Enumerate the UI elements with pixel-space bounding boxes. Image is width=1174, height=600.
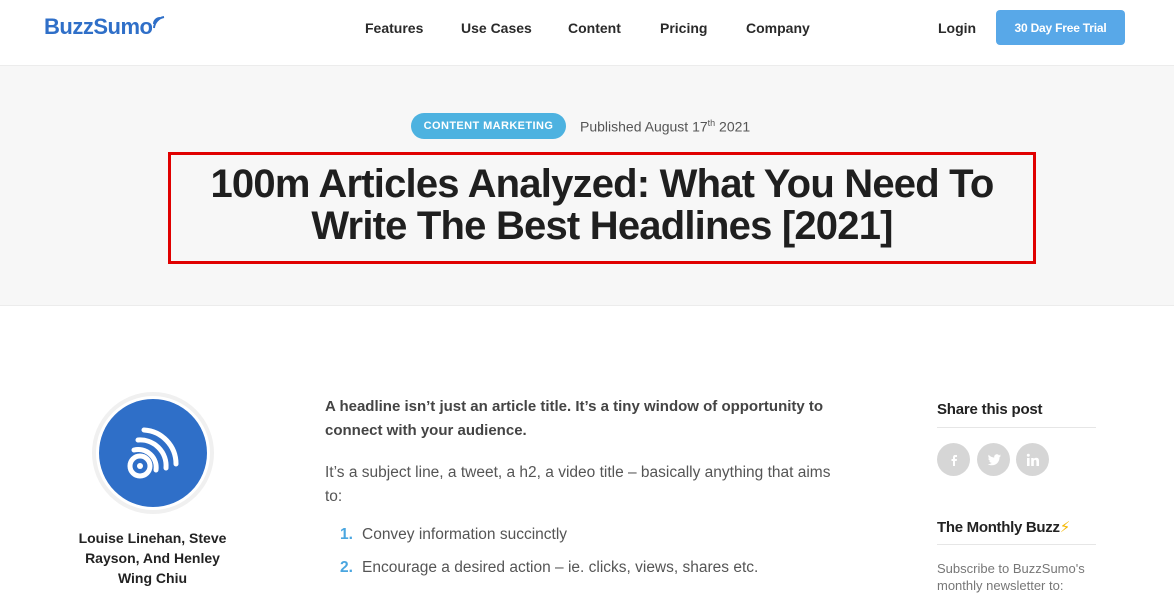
article-paragraph: It’s a subject line, a tweet, a h2, a vi… [325,464,831,505]
linkedin-icon [1026,453,1039,466]
title-highlight-box: 100m Articles Analyzed: What You Need To… [168,152,1036,264]
page-title: 100m Articles Analyzed: What You Need To… [210,162,994,248]
published-year: 2021 [715,118,751,135]
linkedin-share-button[interactable] [1016,443,1049,476]
twitter-icon [987,453,1001,465]
login-link[interactable]: Login [938,20,976,36]
newsletter-title-text: The Monthly Buzz [937,519,1060,536]
published-date: Published August 17th 2021 [580,118,750,135]
site-header: BuzzSumo Features Use Cases Content Pric… [0,0,1174,66]
nav-features[interactable]: Features [365,20,423,36]
published-prefix: Published August 17 [580,118,708,135]
divider [937,544,1096,545]
avatar-background [99,399,207,507]
share-title: Share this post [937,401,1043,418]
nav-pricing[interactable]: Pricing [660,20,707,36]
list-number: 1. [340,526,353,543]
facebook-share-button[interactable] [937,443,970,476]
facebook-icon [951,454,957,466]
list-text: Convey information succinctly [362,526,568,543]
article-lead: A headline isn’t just an article title. … [325,398,824,439]
newsletter-description: Subscribe to BuzzSumo's monthly newslett… [937,561,1085,593]
logo-text: BuzzSumo [44,14,153,39]
author-name: Louise Linehan, Steve Rayson, And Henley… [78,530,227,586]
category-badge[interactable]: CONTENT MARKETING [411,113,566,139]
nav-use-cases[interactable]: Use Cases [461,20,532,36]
rss-logo-icon [127,427,179,479]
twitter-share-button[interactable] [977,443,1010,476]
list-item: 2. Encourage a desired action – ie. click… [340,559,758,577]
list-text: Encourage a desired action – ie. clicks,… [362,559,759,576]
divider [937,427,1096,428]
rss-wave-icon [153,16,165,29]
nav-content[interactable]: Content [568,20,621,36]
lightning-icon: ⚡ [1059,519,1071,536]
list-item: 1. Convey information succinctly [340,526,567,544]
buzzsumo-logo[interactable]: BuzzSumo [44,12,167,42]
author-avatar [96,396,210,510]
nav-company[interactable]: Company [746,20,810,36]
list-number: 2. [340,559,353,576]
free-trial-button[interactable]: 30 Day Free Trial [996,10,1125,45]
article-hero: CONTENT MARKETING Published August 17th … [0,66,1174,306]
newsletter-title: The Monthly Buzz⚡ [937,518,1070,536]
